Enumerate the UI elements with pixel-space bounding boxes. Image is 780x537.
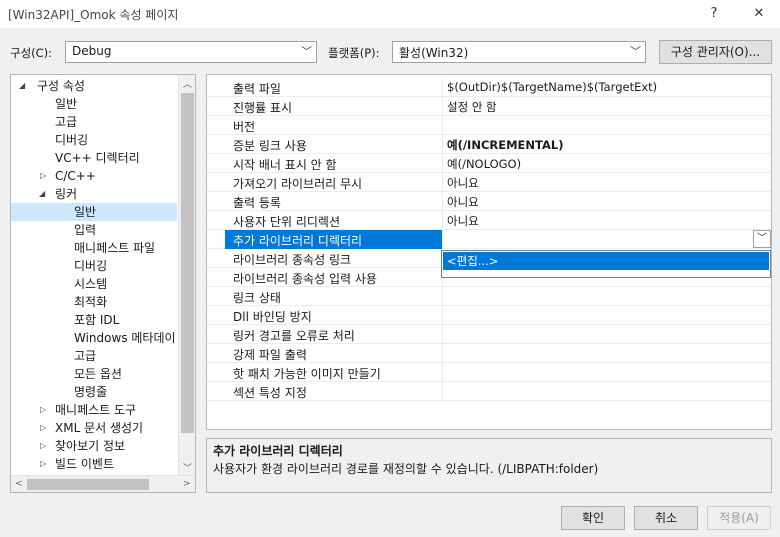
tree-item-xml-doc[interactable]: ▷ XML 문서 생성기	[11, 419, 177, 437]
dropdown-list[interactable]: <편집...>	[441, 250, 771, 278]
scroll-right-icon[interactable]: >	[183, 479, 191, 489]
tree-item-vc-directories[interactable]: VC++ 디렉터리	[55, 149, 140, 167]
grid-row[interactable]: 링크 상태	[207, 287, 771, 306]
description-panel: 추가 라이브러리 디렉터리 사용자가 환경 라이브러리 경로를 재정의할 수 있…	[206, 438, 772, 493]
tree-item-linker-system[interactable]: 시스템	[74, 275, 107, 293]
description-text: 사용자가 환경 라이브러리 경로를 재정의할 수 있습니다. (/LIBPATH…	[213, 462, 599, 476]
tree-item-linker-cmdline[interactable]: 명령줄	[74, 383, 107, 401]
tree-item-linker-debugging[interactable]: 디버깅	[74, 257, 107, 275]
tree-item-cpp[interactable]: ▷ C/C++	[11, 167, 177, 185]
collapse-icon[interactable]: ◢	[39, 185, 45, 203]
grid-row[interactable]: 가져오기 라이브러리 무시 아니요	[207, 173, 771, 192]
tree-item-config-props[interactable]: ◢ 구성 속성	[11, 77, 177, 95]
tree-vertical-scrollbar[interactable]: ︿ ﹀	[178, 75, 195, 475]
close-button[interactable]: ✕	[748, 4, 770, 24]
tree-item-linker-general[interactable]: 일반	[11, 203, 177, 221]
scroll-up-icon[interactable]: ︿	[183, 77, 192, 90]
cancel-button[interactable]: 취소	[634, 506, 698, 530]
tree-item-general[interactable]: 일반	[55, 95, 77, 113]
config-combobox[interactable]: Debug ﹀	[65, 41, 317, 63]
scroll-down-icon[interactable]: ﹀	[183, 461, 192, 474]
tree-item-browse-info[interactable]: ▷ 찾아보기 정보	[11, 437, 177, 455]
chevron-down-icon: ﹀	[630, 45, 641, 58]
grid-row[interactable]: Dll 바인딩 방지	[207, 306, 771, 325]
config-manager-button[interactable]: 구성 관리자(O)...	[659, 40, 772, 64]
tree-item-linker-manifest[interactable]: 매니페스트 파일	[74, 239, 155, 257]
tree-item-build-events[interactable]: ▷ 빌드 이벤트	[11, 455, 177, 473]
tree-item-linker-idl[interactable]: 포함 IDL	[74, 311, 119, 329]
expand-icon[interactable]: ▷	[40, 419, 46, 437]
grid-row[interactable]: 강제 파일 출력	[207, 344, 771, 363]
tree-item-manifest-tool[interactable]: ▷ 매니페스트 도구	[11, 401, 177, 419]
grid-row[interactable]: 링커 경고를 오류로 처리	[207, 325, 771, 344]
grid-row[interactable]: 출력 파일 $(OutDir)$(TargetName)$(TargetExt)	[207, 78, 771, 97]
dropdown-option-edit[interactable]: <편집...>	[443, 252, 769, 270]
tree-horizontal-scrollbar[interactable]: < >	[11, 475, 195, 492]
help-button[interactable]: ?	[703, 4, 725, 24]
ok-button[interactable]: 확인	[561, 506, 625, 530]
collapse-icon[interactable]: ◢	[19, 77, 25, 95]
grid-row[interactable]: 사용자 단위 리디렉션 아니요	[207, 211, 771, 230]
scroll-left-icon[interactable]: <	[15, 479, 23, 489]
grid-row[interactable]: 섹션 특성 지정	[207, 382, 771, 401]
scroll-thumb[interactable]	[27, 479, 149, 490]
tree-item-linker-optimization[interactable]: 최적화	[74, 293, 107, 311]
platform-value: 활성(Win32)	[399, 46, 469, 60]
tree-item-debugging[interactable]: 디버깅	[55, 131, 88, 149]
window-title: [Win32API]_Omok 속성 페이지	[8, 8, 179, 22]
grid-row[interactable]: 진행률 표시 설정 안 함	[207, 97, 771, 116]
property-tree[interactable]: ◢ 구성 속성 일반 고급 디버깅 VC++ 디렉터리 ▷ C/C++ ◢ 링커…	[10, 74, 196, 493]
config-value: Debug	[72, 44, 112, 58]
tree-item-advanced[interactable]: 고급	[55, 113, 77, 131]
config-label: 구성(C):	[10, 46, 53, 60]
tree-item-linker[interactable]: ◢ 링커	[11, 185, 177, 203]
title-bar: [Win32API]_Omok 속성 페이지 ? ✕	[0, 0, 780, 28]
chevron-down-icon: ﹀	[301, 45, 312, 58]
grid-row[interactable]: 출력 등록 아니요	[207, 192, 771, 211]
grid-row-selected[interactable]: 추가 라이브러리 디렉터리 ﹀	[207, 230, 771, 249]
grid-row[interactable]: 핫 패치 가능한 이미지 만들기	[207, 363, 771, 382]
apply-button[interactable]: 적용(A)	[707, 506, 771, 530]
grid-row[interactable]: 증분 링크 사용 예(/INCREMENTAL)	[207, 135, 771, 154]
platform-combobox[interactable]: 활성(Win32) ﹀	[392, 41, 646, 63]
grid-row[interactable]: 시작 배너 표시 안 함 예(/NOLOGO)	[207, 154, 771, 173]
expand-icon[interactable]: ▷	[40, 437, 46, 455]
tree-item-linker-input[interactable]: 입력	[74, 221, 96, 239]
tree-item-linker-all-options[interactable]: 모든 옵션	[74, 365, 122, 383]
expand-icon[interactable]: ▷	[40, 401, 46, 419]
platform-label: 플랫폼(P):	[328, 46, 380, 60]
expand-icon[interactable]: ▷	[40, 455, 46, 473]
grid-row[interactable]: 버전	[207, 116, 771, 135]
scroll-thumb[interactable]	[181, 93, 194, 433]
expand-icon[interactable]: ▷	[40, 167, 46, 185]
tree-item-linker-winmd[interactable]: Windows 메타데이	[74, 329, 176, 347]
tree-item-linker-advanced[interactable]: 고급	[74, 347, 96, 365]
dropdown-toggle-button[interactable]: ﹀	[753, 230, 771, 248]
description-title: 추가 라이브러리 디렉터리	[213, 444, 343, 458]
